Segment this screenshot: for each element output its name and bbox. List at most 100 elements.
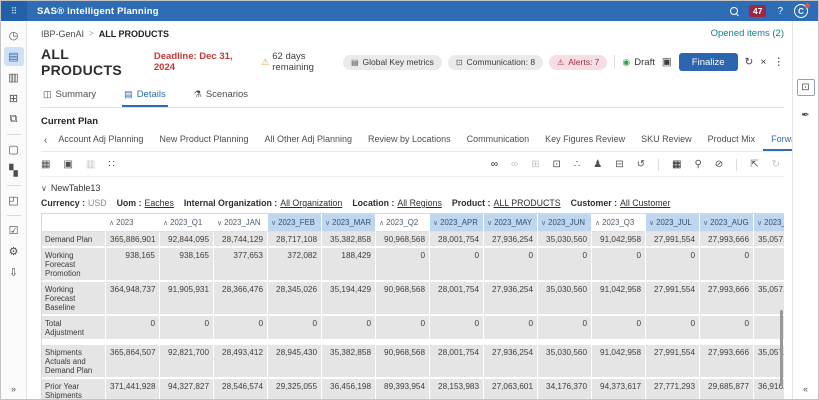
table-cell[interactable]: 0 (592, 248, 646, 282)
notification-badge[interactable]: 47 (749, 5, 766, 17)
calendar-icon[interactable]: ▦ (41, 160, 50, 170)
table-cell[interactable]: 0 (214, 316, 268, 341)
column-header-2023_q3[interactable]: ∧2023_Q3 (592, 214, 646, 232)
table-cell[interactable]: 27,991,554 (646, 341, 700, 379)
table-cell[interactable]: 0 (700, 316, 754, 341)
table-cell[interactable]: 0 (268, 316, 322, 341)
sidebar-item-analytics chart-icon[interactable]: ▚ (4, 161, 24, 180)
table-cell[interactable]: 0 (538, 316, 592, 341)
table-cell[interactable]: 91,905,931 (160, 282, 214, 316)
column-header-2023[interactable]: ∧2023 (106, 214, 160, 232)
table-cell[interactable]: 188,429 (322, 248, 376, 282)
table-cell[interactable]: 365,864,507 (106, 341, 160, 379)
column-header-2023_sep[interactable]: ∨2023_SEP (754, 214, 784, 232)
sidebar-item-plans plan-icon[interactable]: ▤ (4, 47, 24, 66)
pill-global-key-metrics[interactable]: ▤Global Key metrics (343, 55, 442, 70)
table-cell[interactable]: 92,821,700 (160, 341, 214, 379)
subtab-key-figures-review[interactable]: Key Figures Review (537, 130, 633, 151)
pill-communication[interactable]: ⊡Communication: 8 (448, 55, 543, 70)
sidebar-item-table-settings gear-icon[interactable]: ⚙ (4, 242, 24, 261)
table-cell[interactable]: 28,001,754 (430, 282, 484, 316)
draft-status[interactable]: ◉Draft (622, 57, 654, 68)
column-header-2023_q1[interactable]: ∧2023_Q1 (160, 214, 214, 232)
table-cell[interactable]: 365,886,901 (106, 232, 160, 248)
table-cell[interactable]: 89,393,954 (376, 379, 430, 399)
table-cell[interactable]: 0 (430, 248, 484, 282)
table-cell[interactable]: 28,366,476 (214, 282, 268, 316)
tab-scenarios[interactable]: ⚗Scenarios (192, 86, 250, 107)
subtab-forward-year-planning[interactable]: Forward Year Planning (763, 130, 792, 151)
sidebar-item-data-tables grid-icon[interactable]: ⊞ (4, 89, 24, 108)
table-cell[interactable]: 35,382,858 (322, 341, 376, 379)
column-header-2023_jan[interactable]: ∨2023_JAN (214, 214, 268, 232)
table-cell[interactable]: 36,456,198 (322, 379, 376, 399)
table-cell[interactable]: 0 (484, 248, 538, 282)
table-cell[interactable]: 35,194,429 (322, 282, 376, 316)
table-cell[interactable]: 28,744,129 (214, 232, 268, 248)
column-header-2023_feb[interactable]: ∨2023_FEB (268, 214, 322, 232)
subtab-product-mix[interactable]: Product Mix (700, 130, 764, 151)
table-cell[interactable]: 28,945,430 (268, 341, 322, 379)
grid-options-icon[interactable]: ∷ (108, 160, 114, 170)
table-cell[interactable]: 0 (700, 248, 754, 282)
add-comment-icon[interactable]: ⊡ (553, 160, 561, 170)
column-header-2023_apr[interactable]: ∨2023_APR (430, 214, 484, 232)
table-cell[interactable]: 91,042,958 (592, 232, 646, 248)
help-icon[interactable]: ? (777, 6, 783, 17)
table-cell[interactable]: 28,001,754 (430, 341, 484, 379)
table-cell[interactable]: 0 (484, 316, 538, 341)
column-header-2023_q2[interactable]: ∧2023_Q2 (376, 214, 430, 232)
save-icon[interactable]: ▣ (662, 56, 672, 68)
filter-value[interactable]: Eaches (145, 198, 174, 208)
attachments-icon[interactable]: ⚲ (695, 160, 702, 170)
table-cell[interactable]: 28,717,108 (268, 232, 322, 248)
sidebar-item-downloads download-icon[interactable]: ⇩ (4, 263, 24, 282)
table-cell[interactable]: 35,382,858 (322, 232, 376, 248)
table-cell[interactable]: 0 (106, 316, 160, 341)
search-icon[interactable] (730, 7, 738, 15)
column-header-2023_mar[interactable]: ∨2023_MAR (322, 214, 376, 232)
table-cell[interactable]: 27,991,554 (646, 282, 700, 316)
table-cell[interactable]: 90,968,568 (376, 341, 430, 379)
table-cell[interactable]: 28,153,983 (430, 379, 484, 399)
table-cell[interactable]: 28,493,412 (214, 341, 268, 379)
table-cell[interactable]: 27,993,666 (700, 282, 754, 316)
table-cell[interactable]: 94,327,827 (160, 379, 214, 399)
table-cell[interactable]: 0 (430, 316, 484, 341)
column-header-2023_jul[interactable]: ∨2023_JUL (646, 214, 700, 232)
sidebar-item-pin-panel pin-icon[interactable]: ✒ (796, 106, 816, 125)
sidebar-item-search-folder folder-icon[interactable]: ◰ (4, 191, 24, 210)
table-cell[interactable] (754, 248, 784, 282)
clear-filters-icon[interactable]: ⊘ (715, 160, 723, 170)
export-icon[interactable]: ⇱ (750, 160, 758, 170)
table-cell[interactable]: 29,325,055 (268, 379, 322, 399)
table-cell[interactable]: 92,844,095 (160, 232, 214, 248)
tab-details[interactable]: ▤Details (122, 86, 168, 107)
table-cell[interactable]: 0 (646, 316, 700, 341)
finalize-button[interactable]: Finalize (679, 53, 738, 71)
panel-collapse-icon[interactable]: « (803, 384, 808, 394)
table-cell[interactable]: 34,176,370 (538, 379, 592, 399)
table-cell[interactable]: 0 (376, 248, 430, 282)
sidebar-item-recents history-icon[interactable]: ◷ (4, 26, 24, 45)
expand-selection-icon[interactable]: ∴ (574, 160, 580, 170)
table-view-icon[interactable]: ▦ (672, 160, 681, 170)
table-cell[interactable]: 371,441,928 (106, 379, 160, 399)
tab-summary[interactable]: ◫Summary (41, 86, 98, 107)
sidebar-item-approvals check-icon[interactable]: ☑ (4, 221, 24, 240)
assign-user-icon[interactable]: ♟ (593, 160, 602, 170)
table-cell[interactable]: 27,993,666 (700, 341, 754, 379)
table-cell[interactable]: 377,653 (214, 248, 268, 282)
table-cell[interactable]: 0 (592, 316, 646, 341)
user-avatar[interactable]: C (794, 4, 808, 18)
table-cell[interactable]: 372,082 (268, 248, 322, 282)
table-cell[interactable]: 35,030,560 (538, 232, 592, 248)
table-cell[interactable]: 0 (160, 316, 214, 341)
table-cell[interactable]: 27,771,293 (646, 379, 700, 399)
breadcrumb-parent[interactable]: IBP-GenAI (41, 29, 84, 39)
close-icon[interactable]: × (760, 56, 766, 68)
table-cell[interactable]: 364,948,737 (106, 282, 160, 316)
filter-value[interactable]: All Regions (397, 198, 442, 208)
subtab-account-adj-planning[interactable]: Account Adj Planning (50, 130, 151, 151)
table-cell[interactable]: 27,936,254 (484, 232, 538, 248)
